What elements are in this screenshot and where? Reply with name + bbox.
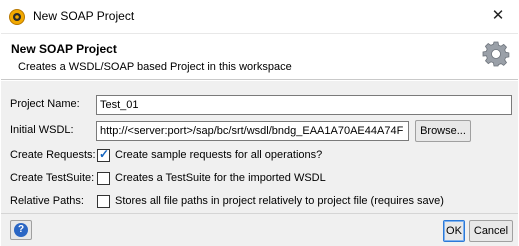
- create-requests-label: Create Requests:: [10, 149, 96, 161]
- form-panel: Project Name: Test_01 Initial WSDL: http…: [1, 81, 518, 213]
- header-description: Creates a WSDL/SOAP based Project in thi…: [18, 61, 292, 73]
- ok-button[interactable]: OK: [443, 220, 465, 242]
- initial-wsdl-input[interactable]: http://<server:port>/sap/bc/srt/wsdl/bnd…: [96, 121, 409, 141]
- header-title: New SOAP Project: [11, 42, 117, 56]
- checkmark-icon: ✓: [99, 147, 110, 161]
- create-requests-checkbox[interactable]: ✓: [97, 147, 110, 162]
- window-title: New SOAP Project: [33, 9, 135, 23]
- gear-icon: [482, 41, 510, 67]
- create-requests-text: Create sample requests for all operation…: [115, 149, 323, 161]
- cancel-button[interactable]: Cancel: [469, 220, 513, 242]
- project-name-label: Project Name:: [10, 98, 80, 110]
- close-icon[interactable]: ✕: [488, 6, 508, 26]
- create-testsuite-label: Create TestSuite:: [10, 172, 95, 184]
- dialog-header: New SOAP Project Creates a WSDL/SOAP bas…: [1, 33, 518, 80]
- soapui-logo-icon: [9, 9, 25, 25]
- relative-paths-text: Stores all file paths in project relativ…: [115, 195, 444, 207]
- create-testsuite-text: Creates a TestSuite for the imported WSD…: [115, 172, 326, 184]
- create-testsuite-checkbox[interactable]: [97, 172, 110, 185]
- help-icon: ?: [14, 223, 28, 237]
- browse-button[interactable]: Browse...: [415, 120, 471, 142]
- relative-paths-checkbox[interactable]: [97, 195, 110, 208]
- help-button[interactable]: ?: [10, 220, 32, 240]
- project-name-input[interactable]: Test_01: [96, 95, 512, 115]
- initial-wsdl-label: Initial WSDL:: [10, 124, 74, 136]
- title-bar: New SOAP Project ✕: [0, 0, 519, 33]
- relative-paths-label: Relative Paths:: [10, 195, 84, 207]
- dialog-footer: ? OK Cancel: [1, 213, 518, 246]
